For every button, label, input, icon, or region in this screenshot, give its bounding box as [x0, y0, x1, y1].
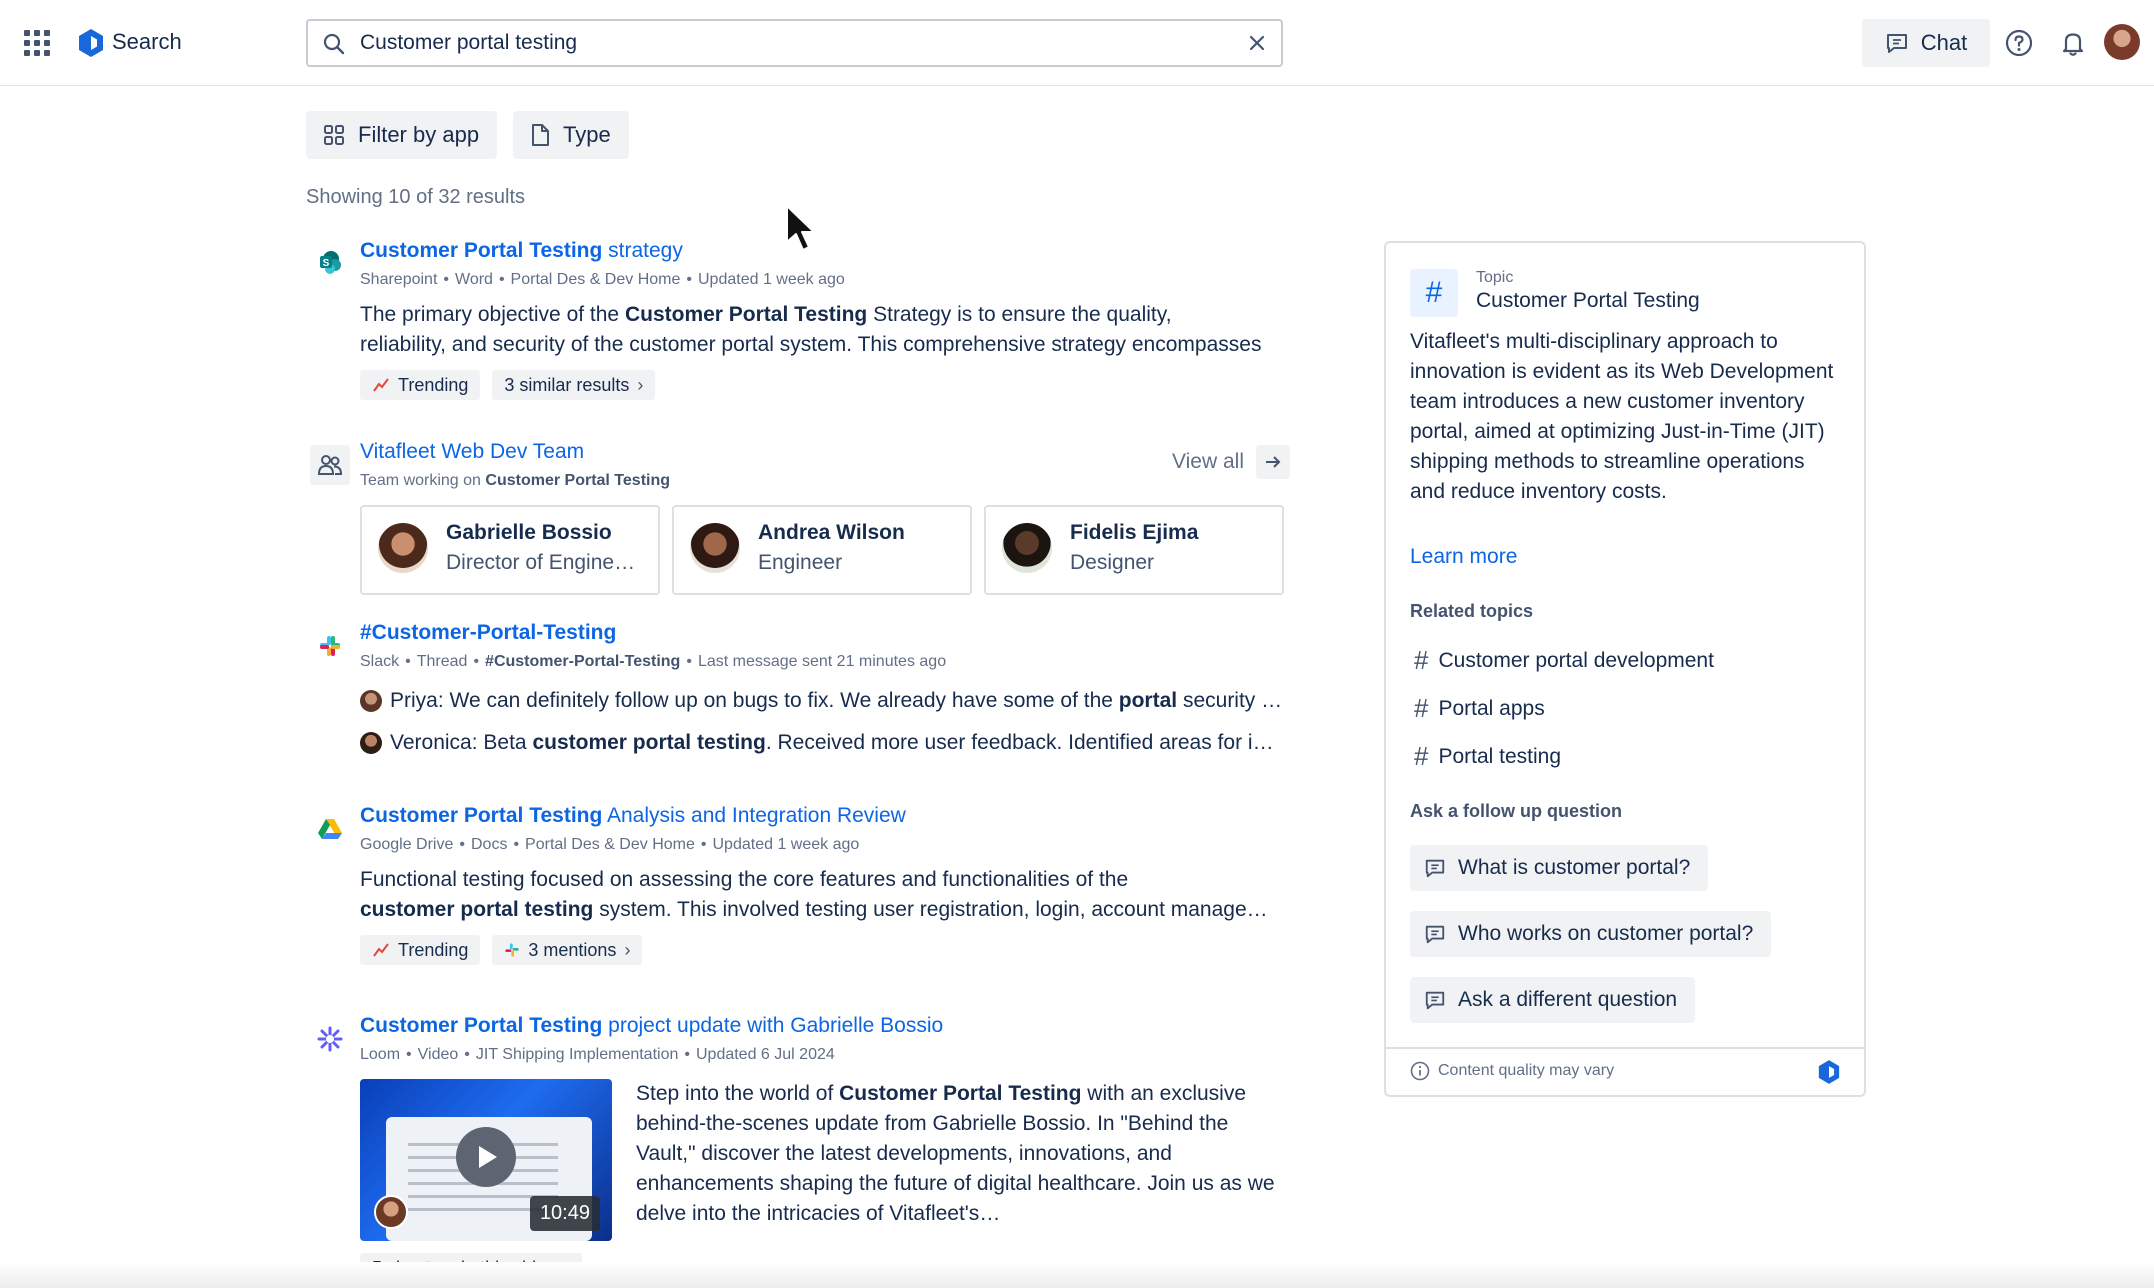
- chat-icon: [1425, 991, 1445, 1010]
- team-meta: Team working on Customer Portal Testing: [360, 472, 671, 489]
- play-icon[interactable]: [456, 1127, 516, 1187]
- content-quality-note: Content quality may vary: [1410, 1061, 1614, 1081]
- video-description: Step into the world of Customer Portal T…: [636, 1082, 1275, 1225]
- slack-message[interactable]: Veronica: Beta customer portal testing. …: [360, 728, 1285, 758]
- slack-message[interactable]: Priya: We can definitely follow up on bu…: [360, 686, 1285, 716]
- product-logo-icon: [1818, 1060, 1840, 1084]
- result-title[interactable]: Customer Portal Testing Analysis and Int…: [360, 801, 1290, 831]
- product-logo-icon: [79, 29, 103, 57]
- hashtag-icon: #: [1410, 269, 1458, 317]
- ask-different-question-button[interactable]: Ask a different question: [1410, 977, 1696, 1023]
- hashtag-icon: #: [1414, 645, 1429, 675]
- result-meta: Sharepoint • Word • Portal Des & Dev Home • Up…: [360, 271, 845, 288]
- person-name: Fidelis Ejima: [1070, 521, 1199, 544]
- avatar: [360, 732, 382, 754]
- video-thumbnail[interactable]: 10:49: [360, 1079, 612, 1241]
- avatar: [374, 1195, 408, 1229]
- svg-text:S: S: [323, 258, 330, 269]
- topic-panel: # Topic Customer Portal Testing Vitaflee…: [1384, 241, 1866, 1097]
- help-icon[interactable]: [2004, 28, 2034, 58]
- view-all-button[interactable]: View all: [1172, 445, 1290, 479]
- info-icon: [1410, 1061, 1430, 1081]
- slack-icon: [505, 943, 520, 957]
- topic-description: Vitafleet's multi-disciplinary approach …: [1410, 330, 1834, 503]
- related-topics-heading: Related topics: [1410, 601, 1534, 621]
- search-icon: [323, 33, 345, 55]
- avatar: [378, 523, 428, 573]
- search-input[interactable]: [360, 27, 1220, 59]
- person-role: Director of Engineering: [446, 551, 646, 574]
- results-count: Showing 10 of 32 results: [306, 186, 526, 208]
- trending-icon: [373, 378, 389, 392]
- chat-icon: [1886, 34, 1907, 53]
- sharepoint-icon: S: [310, 242, 350, 282]
- document-icon: [532, 124, 549, 146]
- trending-icon: [373, 943, 389, 957]
- person-card[interactable]: Andrea Wilson Engineer: [672, 505, 972, 595]
- avatar: [690, 523, 740, 573]
- person-name: Andrea Wilson: [758, 521, 905, 544]
- result-meta: Loom • Video • JIT Shipping Implementation • U…: [360, 1046, 835, 1063]
- trending-tag: Trending: [360, 370, 481, 400]
- result-meta: Google Drive • Docs • Portal Des & Dev Home •…: [360, 836, 860, 853]
- related-topic[interactable]: # Portal apps: [1414, 693, 1545, 724]
- team-title[interactable]: Vitafleet Web Dev Team: [360, 437, 1290, 467]
- bottom-edge: [0, 1262, 2154, 1288]
- filter-by-app-button[interactable]: Filter by app: [306, 111, 498, 159]
- notifications-bell-icon[interactable]: [2058, 28, 2088, 58]
- search-bar: [306, 19, 1283, 67]
- result-title[interactable]: Customer Portal Testing project update w…: [360, 1011, 1290, 1041]
- panel-footer: Content quality may vary: [1386, 1047, 1864, 1095]
- related-topic[interactable]: # Customer portal development: [1414, 645, 1714, 676]
- chat-button[interactable]: Chat: [1862, 19, 1990, 67]
- type-filter-label: Type: [563, 122, 611, 147]
- person-role: Engineer: [758, 551, 843, 574]
- loom-icon: [310, 1019, 350, 1059]
- result-meta: Slack • Thread • #Customer-Portal-Testing • La…: [360, 653, 947, 670]
- mouse-cursor-icon: [786, 205, 815, 251]
- team-icon: [310, 445, 350, 485]
- related-topic[interactable]: # Portal testing: [1414, 741, 1561, 772]
- video-duration: 10:49: [529, 1196, 600, 1231]
- clear-search-icon[interactable]: [1245, 31, 1269, 55]
- type-filter-button[interactable]: Type: [513, 111, 629, 159]
- followup-heading: Ask a follow up question: [1410, 801, 1623, 821]
- person-name: Gabrielle Bossio: [446, 521, 612, 544]
- hashtag-icon: #: [1414, 741, 1429, 771]
- person-card[interactable]: Gabrielle Bossio Director of Engineering: [360, 505, 660, 595]
- chevron-right-icon: ›: [637, 374, 644, 395]
- chat-button-label: Chat: [1920, 30, 1968, 55]
- mentions-button[interactable]: 3 mentions ›: [492, 935, 643, 965]
- result-snippet: Functional testing focused on assessing …: [360, 868, 1285, 921]
- filter-by-app-label: Filter by app: [358, 122, 480, 147]
- chevron-right-icon: ›: [624, 939, 631, 960]
- result-snippet: The primary objective of the Customer Po…: [360, 303, 1262, 356]
- app-title[interactable]: Search: [112, 29, 182, 55]
- app-switcher-icon[interactable]: [24, 30, 50, 56]
- topic-kicker: Topic: [1476, 269, 1514, 286]
- slack-icon: [310, 626, 350, 666]
- google-drive-icon: [310, 809, 350, 849]
- similar-results-button[interactable]: 3 similar results ›: [492, 370, 656, 400]
- avatar: [360, 690, 382, 712]
- apps-grid-icon: [324, 125, 344, 145]
- arrow-right-icon: [1266, 456, 1281, 468]
- user-avatar[interactable]: [2104, 24, 2140, 60]
- person-card[interactable]: Fidelis Ejima Designer: [984, 505, 1284, 595]
- followup-question-button[interactable]: Who works on customer portal?: [1410, 911, 1772, 957]
- learn-more-link[interactable]: Learn more: [1410, 545, 1517, 569]
- hashtag-icon: #: [1414, 693, 1429, 723]
- person-role: Designer: [1070, 551, 1155, 574]
- avatar: [1002, 523, 1052, 573]
- result-title[interactable]: #Customer-Portal-Testing: [360, 618, 1290, 648]
- trending-tag: Trending: [360, 935, 481, 965]
- result-title[interactable]: Customer Portal Testing strategy: [360, 236, 1290, 266]
- topic-title: Customer Portal Testing: [1476, 289, 1700, 312]
- chat-icon: [1425, 859, 1445, 878]
- top-bar: Search Chat: [0, 0, 2154, 86]
- chat-icon: [1425, 925, 1445, 944]
- followup-question-button[interactable]: What is customer portal?: [1410, 845, 1709, 891]
